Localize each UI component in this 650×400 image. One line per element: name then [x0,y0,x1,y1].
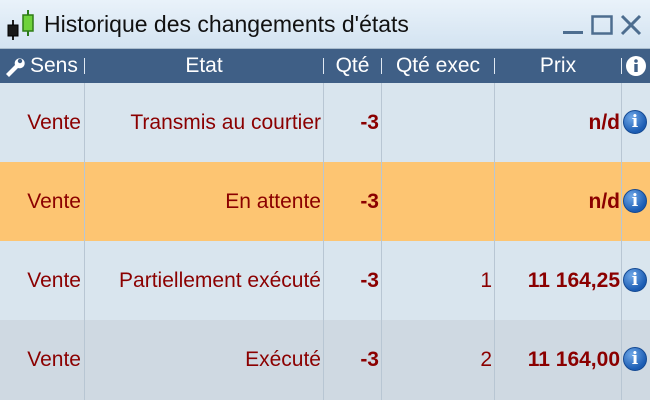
window-title: Historique des changements d'états [44,11,409,37]
cell-prix: 11 164,25 [527,269,620,292]
cell-sens: Vente [27,190,81,213]
column-header-sens[interactable]: Sens [30,49,84,83]
cell-qte-exec [382,162,494,241]
wrench-icon[interactable] [3,55,27,77]
cell-etat: Exécuté [245,348,321,371]
column-divider [494,83,495,400]
column-divider [84,83,85,400]
minimize-icon[interactable] [560,12,586,38]
order-history-window: Historique des changements d'états Sens … [0,0,650,400]
cell-qte: -3 [360,269,379,292]
cell-sens: Vente [27,348,81,371]
candlestick-chart-icon [7,10,34,40]
column-header-prix[interactable]: Prix [495,49,621,83]
cell-qte-exec [382,83,494,162]
cell-etat: Partiellement exécuté [119,269,321,292]
column-divider [323,83,324,400]
maximize-icon[interactable] [589,12,615,38]
cell-qte: -3 [360,190,379,213]
cell-qte-exec: 1 [480,269,492,292]
column-header-qte[interactable]: Qté [324,49,381,83]
info-icon[interactable] [625,55,647,77]
column-header-etat[interactable]: Etat [85,49,323,83]
info-icon[interactable] [623,110,647,134]
cell-prix: n/d [588,190,621,213]
table-row[interactable]: Vente En attente -3 n/d [0,162,650,241]
cell-sens: Vente [27,111,81,134]
table-row[interactable]: Vente Exécuté -3 2 11 164,00 [0,320,650,400]
table-header: Sens Etat Qté Qté exec Prix [0,49,650,83]
close-icon[interactable] [618,12,644,38]
cell-etat: En attente [225,190,321,213]
info-icon[interactable] [623,347,647,371]
cell-qte: -3 [360,111,379,134]
cell-sens: Vente [27,269,81,292]
title-bar[interactable]: Historique des changements d'états [0,0,650,49]
column-separator [621,58,622,74]
info-icon[interactable] [623,189,647,213]
table-row[interactable]: Vente Partiellement exécuté -3 1 11 164,… [0,241,650,320]
column-header-qte-exec[interactable]: Qté exec [382,49,494,83]
table-row[interactable]: Vente Transmis au courtier -3 n/d [0,83,650,162]
info-icon[interactable] [623,268,647,292]
cell-etat: Transmis au courtier [130,111,321,134]
cell-prix: n/d [588,111,621,134]
cell-qte-exec: 2 [480,348,492,371]
cell-qte: -3 [360,348,379,371]
cell-prix: 11 164,00 [527,348,620,371]
column-divider [381,83,382,400]
column-divider [621,83,622,400]
